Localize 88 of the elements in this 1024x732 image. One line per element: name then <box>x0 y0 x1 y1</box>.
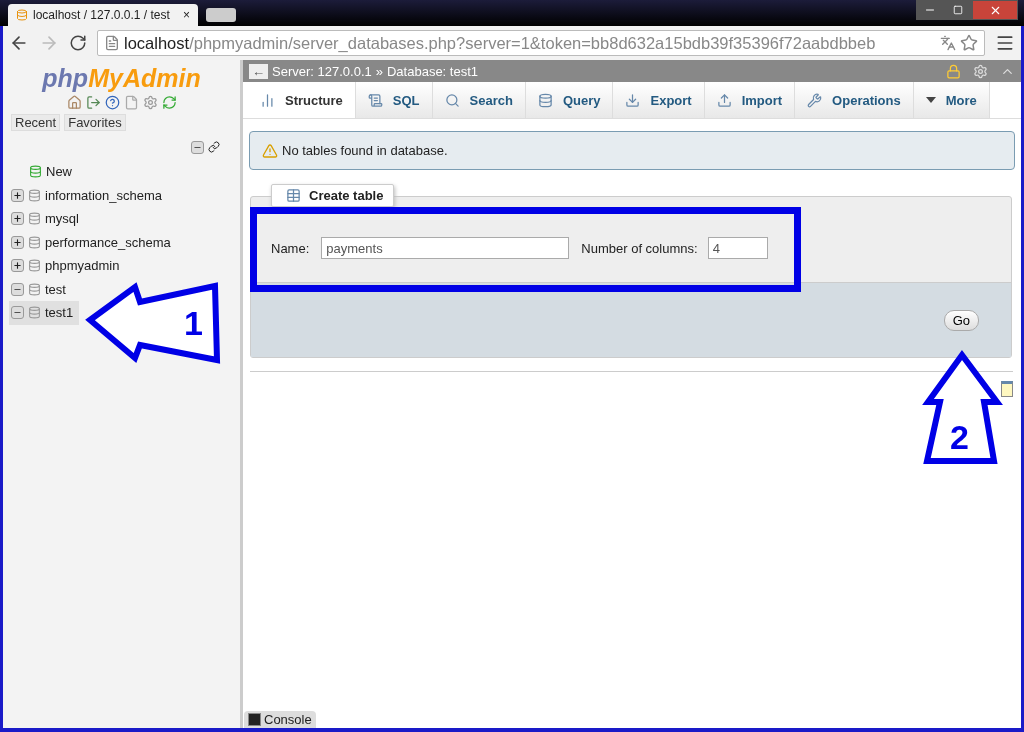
restore-button[interactable] <box>944 0 972 20</box>
name-field[interactable]: payments <box>321 237 570 259</box>
help-icon[interactable] <box>104 95 120 110</box>
restore-icon <box>953 5 963 15</box>
nav-tab[interactable]: Operations <box>795 82 914 118</box>
tab-icon <box>260 92 275 108</box>
new-tab-button[interactable] <box>206 8 236 22</box>
tree-label: test <box>45 281 66 297</box>
collapse-icon[interactable] <box>11 306 24 320</box>
nav-tab[interactable]: Export <box>613 82 705 118</box>
note-icon[interactable] <box>1001 381 1013 397</box>
step-number: 2 <box>950 418 969 456</box>
tab-icon <box>367 92 383 108</box>
tab-icon <box>537 92 553 108</box>
star-icon[interactable] <box>960 34 978 52</box>
go-button[interactable]: Go <box>943 309 979 331</box>
database-icon <box>28 188 41 202</box>
url-text: localhost/phpmyadmin/server_databases.php?server=1&token=bb8d632a15bdb39f35396f72aabdbbeb <box>124 33 876 53</box>
tab-icon <box>807 92 823 108</box>
database-icon <box>28 235 41 249</box>
document-icon[interactable] <box>123 95 139 110</box>
minimize-button[interactable] <box>916 0 944 20</box>
tree-label: phpmyadmin <box>45 258 120 274</box>
tree-item[interactable]: mysql <box>9 207 85 231</box>
database-icon <box>28 259 41 273</box>
field-label: Name: <box>271 240 310 256</box>
back-link[interactable]: ← <box>249 63 268 79</box>
nav-tab[interactable]: Query <box>525 82 614 118</box>
new-database-icon <box>29 165 42 179</box>
tree-item[interactable]: information_schema <box>9 183 169 207</box>
tab-icon <box>625 92 641 108</box>
settings-icon[interactable] <box>142 95 158 110</box>
tab-icon <box>716 92 732 108</box>
database-icon <box>28 306 41 320</box>
tree-item[interactable]: New <box>9 160 78 184</box>
tree-label: test1 <box>45 305 74 321</box>
caret-icon <box>925 97 936 103</box>
tree-label: information_schema <box>45 187 163 203</box>
reload-icon[interactable] <box>69 34 87 52</box>
tab-title: localhost / 127.0.0.1 / test <box>33 8 170 22</box>
home-icon[interactable] <box>66 95 82 110</box>
warning-icon <box>262 142 278 159</box>
database-icon <box>28 212 41 226</box>
console-label: Console <box>264 712 312 727</box>
database-link[interactable]: Database: test1 <box>386 63 479 79</box>
expand-icon[interactable] <box>11 188 24 202</box>
expand-icon[interactable] <box>11 235 24 249</box>
link-icon[interactable] <box>208 141 220 153</box>
nav-tab[interactable]: More <box>913 82 990 118</box>
address-bar[interactable]: localhost/phpmyadmin/server_databases.php?server=1&token=bb8d632a15bdb39f35396f72aabdbbeb <box>97 30 985 56</box>
tab-icon <box>444 92 460 108</box>
tree-item[interactable]: test1 <box>9 301 80 325</box>
legend-text: Create table <box>309 188 384 203</box>
page-icon <box>104 35 120 51</box>
sidebar-tab-button[interactable]: Recent <box>11 114 61 131</box>
database-icon <box>28 282 41 296</box>
collapse-all-icon[interactable] <box>191 141 204 154</box>
tree-label: New <box>46 164 72 180</box>
collapse-icon[interactable] <box>11 282 24 296</box>
tree-item[interactable]: test <box>9 277 72 301</box>
field-label: Number of columns: <box>581 240 698 256</box>
step-number: 1 <box>184 304 203 342</box>
breadcrumb-separator: » <box>375 63 383 79</box>
server-link[interactable]: Server: 127.0.0.1 <box>272 63 372 79</box>
columns-field[interactable]: 4 <box>707 237 768 259</box>
close-button[interactable] <box>972 0 1018 20</box>
logo: phpMyAdmin <box>40 64 202 93</box>
nav-tab[interactable]: SQL <box>355 82 433 118</box>
sidebar-tab-button[interactable]: Favorites <box>64 114 126 131</box>
table-icon <box>286 188 301 203</box>
tree-label: performance_schema <box>45 234 171 250</box>
expand-icon[interactable] <box>11 259 24 273</box>
nav-tab[interactable]: Import <box>704 82 796 118</box>
translate-icon[interactable] <box>940 35 956 51</box>
favicon-icon <box>16 9 28 21</box>
console-icon <box>248 713 261 726</box>
logout-icon[interactable] <box>85 95 101 110</box>
notice-text: No tables found in database. <box>282 143 448 158</box>
tree-item[interactable]: phpmyadmin <box>9 254 126 278</box>
browser-tab[interactable]: localhost / 127.0.0.1 / test × <box>8 4 198 26</box>
lock-icon <box>946 63 961 79</box>
menu-icon[interactable] <box>995 33 1015 53</box>
expand-icon[interactable] <box>11 212 24 226</box>
tree-item[interactable]: performance_schema <box>9 230 177 254</box>
tree-label: mysql <box>45 211 79 227</box>
console-tab[interactable]: Console <box>244 711 316 728</box>
tab-close[interactable]: × <box>183 8 190 22</box>
nav-tab[interactable]: Search <box>432 82 526 118</box>
